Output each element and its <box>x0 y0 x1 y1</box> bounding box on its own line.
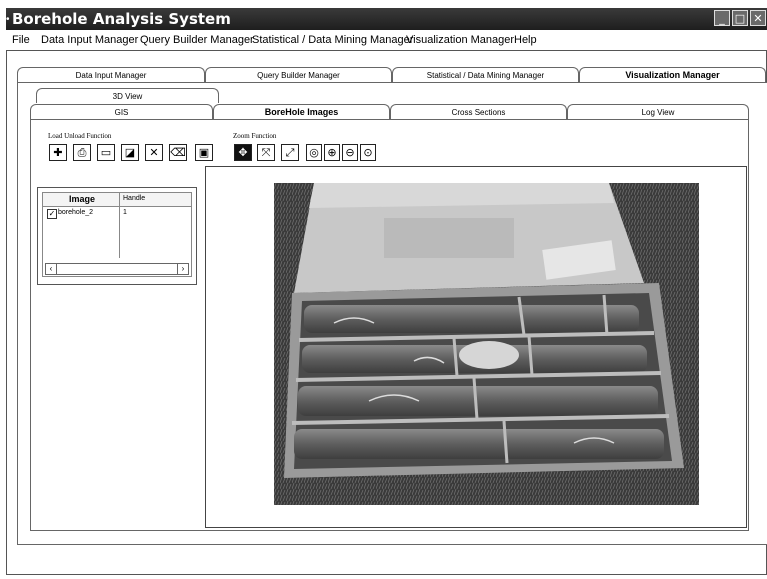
zoom-in-icon[interactable]: ⊕ <box>324 144 340 161</box>
zoom-function-label: Zoom Function <box>233 132 277 140</box>
pan-icon[interactable]: ✥ <box>234 144 252 161</box>
tab-data-input-manager[interactable]: Data Input Manager <box>17 67 205 82</box>
menu-statistical-data-mining-manager[interactable]: Statistical / Data Mining Manager <box>252 34 413 46</box>
print-icon[interactable]: ⎙ <box>73 144 91 161</box>
menu-file[interactable]: File <box>12 34 30 46</box>
load-unload-label: Load Unload Function <box>48 132 112 140</box>
add-icon[interactable]: ✚ <box>49 144 67 161</box>
delete-icon[interactable]: ⌫ <box>169 144 187 161</box>
close-icon[interactable]: ✕ <box>145 144 163 161</box>
horizontal-scrollbar[interactable]: ‹ › <box>45 263 189 275</box>
table-header: Image Handle <box>43 193 191 207</box>
save-icon[interactable]: ▣ <box>195 144 213 161</box>
minimize-icon[interactable]: _ <box>714 10 730 26</box>
borehole-photo-drawing <box>274 183 699 505</box>
zoom-reset-icon[interactable]: ⊙ <box>360 144 376 161</box>
maximize-icon[interactable]: □ <box>732 10 748 26</box>
menu-visualization-manager[interactable]: Visualization Manager <box>406 34 514 46</box>
zoom-out-icon[interactable]: ⊖ <box>342 144 358 161</box>
borehole-core-image[interactable] <box>274 183 699 505</box>
tab-query-builder-manager[interactable]: Query Builder Manager <box>205 67 392 82</box>
menu-query-builder-manager[interactable]: Query Builder Manager <box>140 34 254 46</box>
open-icon[interactable]: ◪ <box>121 144 139 161</box>
app-icon: • <box>6 14 10 25</box>
tab-visualization-manager[interactable]: Visualization Manager <box>579 67 766 82</box>
zoom-box-icon[interactable]: ◎ <box>306 144 322 161</box>
tab-borehole-images[interactable]: BoreHole Images <box>213 104 390 119</box>
expand-icon[interactable]: ⤢ <box>281 144 299 161</box>
tab-log-view[interactable]: Log View <box>567 104 749 119</box>
scroll-left-icon[interactable]: ‹ <box>46 264 57 274</box>
fit-icon[interactable]: ⤧ <box>257 144 275 161</box>
menu-help[interactable]: Help <box>514 34 537 46</box>
table-row[interactable]: ✓ borehole_2 1 <box>43 208 191 220</box>
row-handle: 1 <box>123 209 127 216</box>
close-window-icon[interactable]: ✕ <box>750 10 766 26</box>
menu-bar: File Data Input Manager Query Builder Ma… <box>6 31 767 49</box>
tab-gis[interactable]: GIS <box>30 104 213 119</box>
row-image-name: borehole_2 <box>58 209 94 216</box>
column-header-image: Image <box>69 194 96 204</box>
title-bar: • Borehole Analysis System _ □ ✕ <box>6 8 767 30</box>
image-list: Image Handle ✓ borehole_2 1 ‹ › <box>37 187 197 285</box>
row-checkbox[interactable]: ✓ <box>47 209 57 219</box>
folder-icon[interactable]: ▭ <box>97 144 115 161</box>
tab-3d-view[interactable]: 3D View <box>36 88 219 103</box>
column-divider <box>119 193 120 206</box>
window-title: Borehole Analysis System <box>12 10 231 28</box>
menu-data-input-manager[interactable]: Data Input Manager <box>41 34 138 46</box>
tab-cross-sections[interactable]: Cross Sections <box>390 104 567 119</box>
image-table: Image Handle ✓ borehole_2 1 ‹ › <box>42 192 192 277</box>
tab-statistical-data-mining-manager[interactable]: Statistical / Data Mining Manager <box>392 67 579 82</box>
scroll-right-icon[interactable]: › <box>177 264 188 274</box>
column-header-handle: Handle <box>123 195 146 202</box>
